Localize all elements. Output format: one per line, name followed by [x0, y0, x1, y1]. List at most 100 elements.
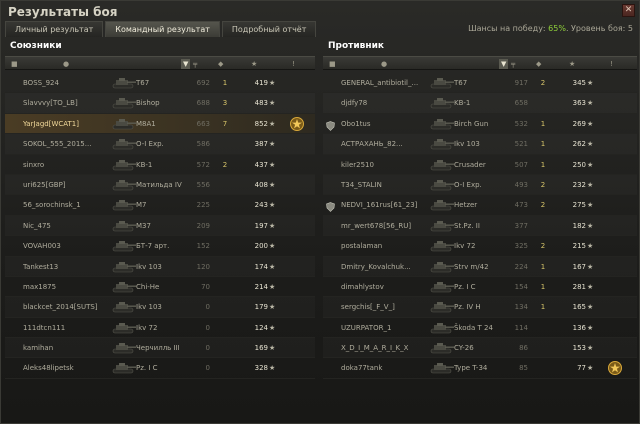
player-row[interactable]: UZURPATOR_1 Škoda T 24 114 136 ★: [323, 318, 637, 339]
win-chance-value: 65%: [548, 24, 566, 33]
tab-detailed-report[interactable]: Подробный отчёт: [221, 21, 317, 37]
close-button[interactable]: ✕: [622, 4, 635, 17]
player-row[interactable]: X_D_I_M_A_R_I_K_X CY-26 86 153 ★: [323, 338, 637, 359]
player-row[interactable]: kiler2510 Crusader 507 1 250 ★: [323, 155, 637, 175]
star-icon: ★: [587, 242, 594, 251]
player-row[interactable]: GENERAL_antibiotil_... T67 917 2 345 ★: [323, 73, 637, 94]
star-icon: ★: [587, 140, 594, 149]
frags-value: 7: [222, 119, 228, 128]
medal-icon[interactable]: !: [610, 60, 613, 68]
experience-value: 328: [254, 364, 268, 373]
experience-value: 262: [572, 140, 586, 149]
player-row[interactable]: Aleks48lipetsk Pz. I C 0 328 ★: [5, 358, 315, 379]
experience-icon[interactable]: ★: [569, 60, 575, 68]
player-row[interactable]: Dmitry_Kovalchuk... Strv m/42 224 1 167 ★: [323, 257, 637, 277]
tank-icon: [111, 361, 137, 375]
player-row[interactable]: 56_sorochinsk_1 M7 225 243 ★: [5, 195, 315, 216]
frags-icon[interactable]: ◆: [218, 60, 223, 68]
tank-icon: [429, 361, 455, 375]
player-row[interactable]: T34_STALIN O-I Exp. 493 2 232 ★: [323, 175, 637, 196]
player-row[interactable]: max1875 Chi-He 70 214 ★: [5, 277, 315, 298]
player-row[interactable]: BOSS_924 T67 692 1 419 ★: [5, 73, 315, 94]
frags-value: 1: [540, 262, 546, 271]
sort-arrow-icon[interactable]: ▼: [181, 59, 191, 69]
vehicle-class-icon[interactable]: ■: [329, 60, 336, 68]
player-row[interactable]: mr_wert678[56_RU] St.Pz. II 377 182 ★: [323, 216, 637, 237]
experience-value: 483: [254, 99, 268, 108]
star-icon: ★: [269, 180, 276, 189]
allies-panel: Союзники ■ ● ▼ ╤ ◆ ★! BOSS_924 T67 692 1 419 ★ Slav…: [5, 39, 315, 421]
experience-value: 250: [572, 160, 586, 169]
experience-value: 852: [254, 119, 268, 128]
enemies-title: Противник: [328, 41, 385, 51]
experience-value: 169: [254, 344, 268, 353]
tank-icon: [111, 280, 137, 294]
tank-icon: [429, 137, 455, 151]
experience-value: 182: [572, 221, 586, 230]
player-row[interactable]: Nic_475 M37 209 197 ★: [5, 216, 315, 237]
experience-value: 363: [572, 99, 586, 108]
tab-personal-result[interactable]: Личный результат: [5, 21, 104, 37]
tank-icon: [429, 341, 455, 355]
damage-value: 0: [205, 303, 210, 312]
damage-value: 377: [514, 221, 528, 230]
damage-icon[interactable]: ╤: [511, 60, 515, 68]
medal-icon[interactable]: !: [292, 60, 295, 68]
player-name: sinxro: [23, 160, 45, 169]
mastery-badge-icon[interactable]: [289, 116, 305, 132]
frags-icon[interactable]: ◆: [536, 60, 541, 68]
star-icon: ★: [587, 364, 594, 373]
vehicle-class-icon[interactable]: ■: [11, 60, 18, 68]
frags-value: 2: [540, 242, 546, 251]
player-row[interactable]: kamihan Черчилль III 0 169 ★: [5, 338, 315, 359]
damage-value: 209: [196, 221, 210, 230]
damage-icon[interactable]: ╤: [193, 60, 197, 68]
tank-icon: [111, 300, 137, 314]
tank-icon: [111, 158, 137, 172]
player-row[interactable]: doka77tank Type T-34 85 77 ★: [323, 358, 637, 379]
damage-value: 0: [205, 364, 210, 373]
mastery-badge-icon[interactable]: [607, 360, 623, 376]
tank-icon: [429, 300, 455, 314]
player-row[interactable]: АСТРАХАНЬ_82... Ikv 103 521 1 262 ★: [323, 134, 637, 155]
player-name: BOSS_924: [23, 79, 59, 87]
player-name: 56_sorochinsk_1: [23, 201, 81, 210]
tab-team-result[interactable]: Командный результат: [105, 21, 220, 37]
tank-icon: [429, 321, 455, 335]
player-icon[interactable]: ●: [63, 60, 69, 68]
player-row[interactable]: blackcet_2014[SUTS] Ikv 103 0 179 ★: [5, 297, 315, 318]
player-row[interactable]: sinxro KB-1 572 2 437 ★: [5, 155, 315, 175]
player-row[interactable]: Obo1tus Birch Gun 532 1 269 ★: [323, 114, 637, 135]
player-row[interactable]: uri625[GBP] Матильда IV 556 408 ★: [5, 175, 315, 196]
experience-value: 387: [254, 140, 268, 149]
damage-value: 917: [514, 79, 528, 87]
player-row[interactable]: postalaman Ikv 72 325 2 215 ★: [323, 236, 637, 257]
star-icon: ★: [269, 262, 276, 271]
shield-icon: [326, 200, 335, 213]
sort-arrow-icon[interactable]: ▼: [499, 59, 509, 69]
player-icon[interactable]: ●: [381, 60, 387, 68]
player-row[interactable]: 111dtcn111 Ikv 72 0 124 ★: [5, 318, 315, 339]
window-title: Результаты боя: [8, 5, 118, 19]
player-row[interactable]: djdfy78 KB-1 658 363 ★: [323, 93, 637, 114]
experience-icon[interactable]: ★: [251, 60, 257, 68]
damage-value: 692: [196, 79, 210, 87]
player-row[interactable]: dimahlystov Pz. I C 154 1 281 ★: [323, 277, 637, 298]
damage-value: 658: [514, 99, 528, 108]
experience-value: 232: [572, 180, 586, 189]
experience-value: 345: [572, 79, 586, 87]
star-icon: ★: [269, 79, 276, 87]
player-name: dimahlystov: [341, 282, 384, 291]
player-row[interactable]: YarJagd[WCAT1] M8A1 663 7 852 ★: [5, 113, 315, 135]
frags-value: 2: [540, 180, 546, 189]
star-icon: ★: [269, 140, 276, 149]
player-row[interactable]: NEDVI_161rus[61_23] Hetzer 473 2 275 ★: [323, 195, 637, 216]
damage-value: 224: [514, 262, 528, 271]
damage-value: 114: [514, 323, 528, 332]
player-row[interactable]: SOKOL_555_2015... O-I Exp. 586 387 ★: [5, 134, 315, 155]
player-row[interactable]: sergchis[_F_V_] Pz. IV H 134 1 165 ★: [323, 297, 637, 318]
player-row[interactable]: VOVAH003 БТ-7 арт. 152 200 ★: [5, 236, 315, 257]
player-row[interactable]: Tankest13 Ikv 103 120 174 ★: [5, 257, 315, 277]
player-row[interactable]: Slavvvy[TO_LB] Bishop 688 3 483 ★: [5, 93, 315, 114]
player-name: postalaman: [341, 242, 383, 251]
